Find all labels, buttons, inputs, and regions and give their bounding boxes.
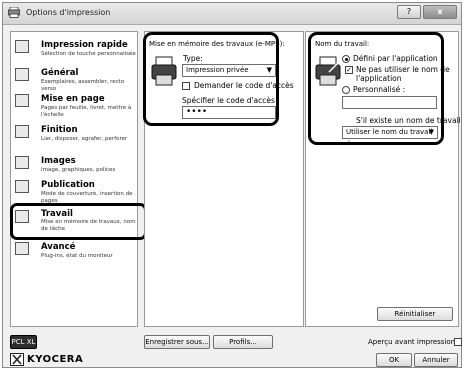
reset-button[interactable]: Réinitialiser (377, 307, 453, 321)
images-icon (15, 156, 29, 169)
quick-print-icon (15, 40, 29, 53)
sidebar-item-label: Mise en page (41, 94, 105, 104)
chevron-down-icon: ▼ (428, 128, 434, 136)
app-defined-label: Défini par l'application (353, 54, 438, 63)
app-defined-radio[interactable] (342, 55, 350, 63)
no-user-name-label-1: Ne pas utiliser le nom de (356, 65, 450, 74)
advanced-icon (15, 242, 29, 255)
no-user-name-label-2: l'application (356, 74, 402, 83)
no-user-name-checkbox[interactable]: ✓ (345, 66, 353, 74)
custom-name-label: Personnalisé : (353, 85, 406, 94)
custom-name-input[interactable] (342, 96, 437, 109)
sidebar-item-avance[interactable]: Avancé Plug-ins, état du moniteur (13, 238, 137, 272)
sidebar-item-label: Avancé (41, 242, 76, 252)
preview-checkbox[interactable] (454, 338, 462, 346)
custom-name-radio[interactable] (342, 86, 350, 94)
selected-item-highlight (10, 203, 147, 240)
sidebar-item-label: Publication (41, 180, 95, 190)
cancel-button[interactable]: Annuler (414, 353, 458, 367)
job-storage-printer-icon (151, 56, 177, 86)
finishing-icon (15, 125, 29, 138)
ok-button[interactable]: OK (376, 353, 412, 367)
sidebar-item-desc: Image, graphiques, polices (41, 167, 116, 173)
chevron-down-icon: ▼ (266, 66, 272, 74)
sidebar-item-label: Impression rapide (41, 40, 128, 50)
type-label: Type: (183, 54, 203, 63)
help-button[interactable]: ? (397, 5, 421, 19)
ask-code-label: Demander le code d'accès (194, 81, 294, 90)
sidebar-item-finition[interactable]: Finition Lier, disposer, agrafer, perfor… (13, 121, 137, 155)
layout-icon (15, 94, 29, 107)
sidebar-item-desc: Pages par feuille, livret, mettre à l'éc… (41, 105, 132, 118)
specify-code-label: Spécifier le code d'accès (182, 96, 275, 105)
sidebar-item-desc: Plug-ins, état du moniteur (41, 253, 113, 259)
job-name-title: Nom du travail: (315, 40, 370, 48)
job-type-select[interactable]: Impression privée ▼ (182, 64, 276, 77)
publication-icon (15, 180, 29, 193)
sidebar-item-label: Général (41, 68, 79, 78)
access-code-input[interactable]: •••• (182, 106, 276, 119)
sidebar-item-label: Images (41, 156, 76, 166)
sidebar-item-mise-en-page[interactable]: Mise en page Pages par feuille, livret, … (13, 90, 137, 124)
job-exists-select[interactable]: Utiliser le nom du travail + ▼ (342, 126, 438, 147)
close-button[interactable]: x (423, 5, 457, 19)
ask-code-checkbox[interactable] (182, 82, 190, 90)
pcl-xl-button[interactable]: PCL XL (10, 335, 37, 349)
kyocera-logo-icon (10, 353, 24, 366)
job-storage-title: Mise en mémoire des travaux (e-MPS): (149, 40, 285, 48)
sidebar-item-desc: Lier, disposer, agrafer, perforer (41, 136, 128, 142)
job-name-printer-icon (315, 56, 341, 86)
profiles-button[interactable]: Profils... (213, 335, 273, 349)
printer-icon (8, 7, 20, 18)
save-as-button[interactable]: Enregistrer sous... (144, 335, 210, 349)
sidebar-item-desc: Sélection de touche personnalisée (41, 51, 136, 57)
sidebar-item-label: Finition (41, 125, 78, 135)
window-title: Options d'impression (26, 8, 111, 17)
job-type-value: Impression privée (186, 66, 249, 74)
general-icon (15, 68, 29, 81)
preview-label: Aperçu avant impression (368, 338, 456, 346)
kyocera-logo: KYOCERA (27, 354, 84, 365)
